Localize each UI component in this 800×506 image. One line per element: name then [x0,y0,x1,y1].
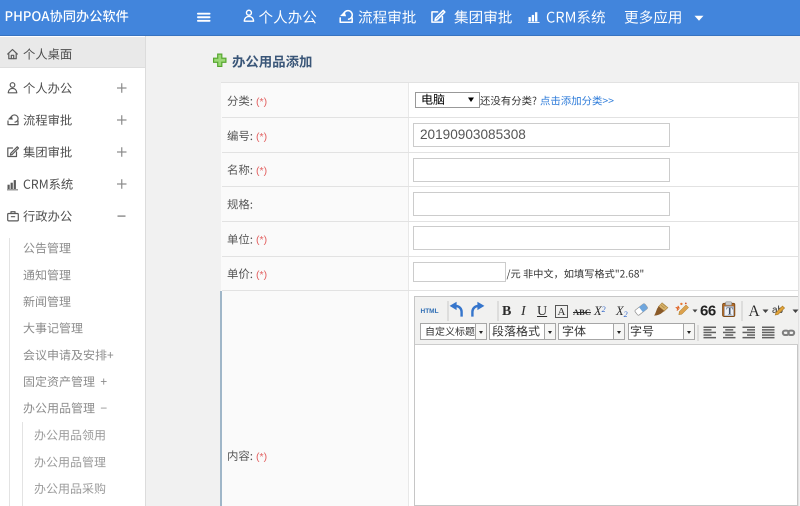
svg-text:T: T [726,307,733,318]
svg-text:A: A [749,303,761,320]
svg-text:66: 66 [700,303,716,320]
